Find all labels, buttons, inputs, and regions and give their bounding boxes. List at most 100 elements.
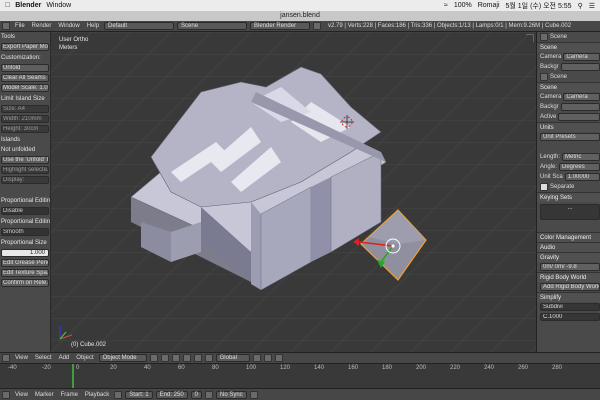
scene-selector[interactable]: Scene <box>177 22 248 30</box>
layers-icon[interactable] <box>252 354 261 362</box>
tool-shelf-button[interactable]: Confirm on Rele... <box>1 279 49 287</box>
record-icon[interactable] <box>114 390 123 399</box>
render-icon[interactable] <box>274 354 283 362</box>
menu-frame[interactable]: Frame <box>59 392 80 398</box>
tool-shelf-button[interactable]: 1.000 <box>1 249 49 257</box>
tool-shelf-button[interactable]: Smooth <box>1 228 49 236</box>
panel-header[interactable]: Simplify <box>537 292 600 302</box>
tool-shelf-button[interactable]: Export Paper Model <box>1 43 49 51</box>
tool-shelf-button[interactable]: Size: A4 <box>1 105 49 113</box>
panel-header[interactable]: Rigid Body World <box>537 272 600 282</box>
editor-type-icon-3d[interactable] <box>2 354 10 362</box>
menu-add[interactable]: Add <box>57 355 72 361</box>
property-field[interactable]: Subdivi <box>540 303 600 311</box>
tool-shelf-button[interactable]: Use the 'Unfold' t... <box>1 156 49 164</box>
clock[interactable]: 5월 1일 (수) 오전 5:55 <box>506 1 572 11</box>
end-frame-field[interactable]: End: 250 <box>155 390 188 399</box>
menu-view-timeline[interactable]: View <box>13 392 30 398</box>
separate-units-checkbox[interactable]: Separate <box>537 182 600 192</box>
render-engine-selector[interactable]: Blender Render <box>250 22 311 30</box>
play-icon[interactable] <box>205 390 214 399</box>
panel-header[interactable]: Gravity <box>537 252 600 262</box>
panel-header[interactable]: Scene <box>537 82 600 92</box>
menu-help[interactable]: Help <box>85 23 101 29</box>
tool-shelf-heading: Customization: <box>1 55 41 61</box>
editor-type-icon[interactable] <box>2 22 10 30</box>
scale-icon[interactable] <box>204 354 213 362</box>
editor-type-icon-timeline[interactable] <box>2 390 10 399</box>
property-row: Camera Camera <box>537 92 600 102</box>
property-field[interactable]: Camera <box>563 53 600 61</box>
tool-shelf-button[interactable]: Model Scale: 1.0 <box>1 84 49 92</box>
corner-split-handle[interactable] <box>526 34 534 42</box>
rotate-icon[interactable] <box>193 354 202 362</box>
search-icon[interactable]: ⚲ <box>578 2 583 10</box>
tool-shelf-button[interactable]: Display: <box>1 176 49 184</box>
property-field[interactable] <box>560 63 600 71</box>
3d-viewport[interactable]: User Ortho Meters (0) Cube.002 <box>51 32 536 352</box>
menu-object[interactable]: Object <box>74 355 95 361</box>
snap-icon[interactable] <box>263 354 272 362</box>
menu-select[interactable]: Select <box>33 355 54 361</box>
pivot-icon[interactable] <box>160 354 169 362</box>
property-field[interactable]: 0m/ 0m/ -9.8 <box>540 263 600 271</box>
property-field[interactable] <box>560 103 600 111</box>
property-field[interactable]: Camera <box>563 93 600 101</box>
current-frame-marker[interactable] <box>72 364 74 388</box>
keying-set-list-box[interactable]: ... <box>540 204 600 220</box>
translate-icon[interactable] <box>182 354 191 362</box>
tool-shelf-button[interactable]: Height: 30cm <box>1 125 49 133</box>
checkbox-icon[interactable] <box>540 183 548 191</box>
menu-marker[interactable]: Marker <box>33 392 56 398</box>
panel-header[interactable]: Units <box>537 122 600 132</box>
app-menu[interactable]: Blender <box>15 2 41 9</box>
timeline[interactable]: -40 -20 0 20 40 60 80 100 120 140 160 180 200 220 240 2… <box>0 363 600 388</box>
property-field[interactable]: Degrees <box>559 163 600 171</box>
tool-shelf-button[interactable]: Unfold <box>1 64 49 72</box>
property-field[interactable]: 1.00000 <box>564 173 600 181</box>
tool-shelf-button[interactable]: Disable <box>1 207 49 215</box>
tool-shelf-button[interactable]: Edit Grease Pencil <box>1 259 49 267</box>
menu-render[interactable]: Render <box>30 23 54 29</box>
transform-orientation[interactable]: Global <box>215 354 250 362</box>
tool-shelf-button[interactable]: Clear All Seams <box>1 74 49 82</box>
battery-level[interactable]: 100% <box>454 2 472 9</box>
property-field[interactable]: Metric <box>562 153 600 161</box>
window-menu[interactable]: Window <box>46 2 71 9</box>
tool-shelf-button[interactable]: Width: 210mm <box>1 115 49 123</box>
context-tab-row[interactable]: Scene <box>537 32 600 42</box>
property-field[interactable]: Add Rigid Body World <box>540 283 600 291</box>
keying-set-list[interactable]: ... <box>537 202 600 222</box>
gravity-fields[interactable]: 0m/ 0m/ -9.8 <box>537 262 600 272</box>
layout-selector[interactable]: Default <box>104 22 175 30</box>
context-tab-row[interactable]: Scene <box>537 72 600 82</box>
start-frame-field[interactable]: Start: 1 <box>125 390 153 399</box>
keying-icon[interactable] <box>249 390 258 399</box>
sync-mode-selector[interactable]: No Sync <box>216 390 247 399</box>
wifi-icon[interactable]: ≈ <box>444 2 448 9</box>
panel-header[interactable]: Scene <box>537 42 600 52</box>
apple-icon[interactable]:  <box>5 2 10 9</box>
disabled-field[interactable]: Subdivi <box>537 302 600 312</box>
property-field[interactable] <box>558 113 600 121</box>
input-source[interactable]: Romaji <box>478 2 500 9</box>
tool-shelf-button[interactable]: Highlight selecte... <box>1 166 49 174</box>
timeline-tick-label: 180 <box>382 365 393 371</box>
current-frame-field[interactable]: 0 <box>190 390 203 399</box>
shading-icon[interactable] <box>149 354 158 362</box>
tool-shelf-button[interactable]: Edit Texture Spa... <box>1 269 49 277</box>
mode-selector[interactable]: Object Mode <box>98 354 147 362</box>
menu-playback[interactable]: Playback <box>83 392 111 398</box>
menu-file[interactable]: File <box>13 23 27 29</box>
panel-header[interactable]: Keying Sets <box>537 192 600 202</box>
manipulator-icon[interactable] <box>171 354 180 362</box>
disabled-field[interactable]: C.1000 <box>537 312 600 322</box>
panel-header[interactable]: Color Management <box>537 232 600 242</box>
panel-header[interactable]: Audio <box>537 242 600 252</box>
viewport-canvas[interactable] <box>51 32 536 352</box>
property-field[interactable]: C.1000 <box>540 313 600 321</box>
menu-icon[interactable]: ☰ <box>589 2 595 10</box>
menu-window[interactable]: Window <box>56 23 81 29</box>
menu-view[interactable]: View <box>13 355 30 361</box>
property-field[interactable]: Unit Presets <box>540 133 600 141</box>
